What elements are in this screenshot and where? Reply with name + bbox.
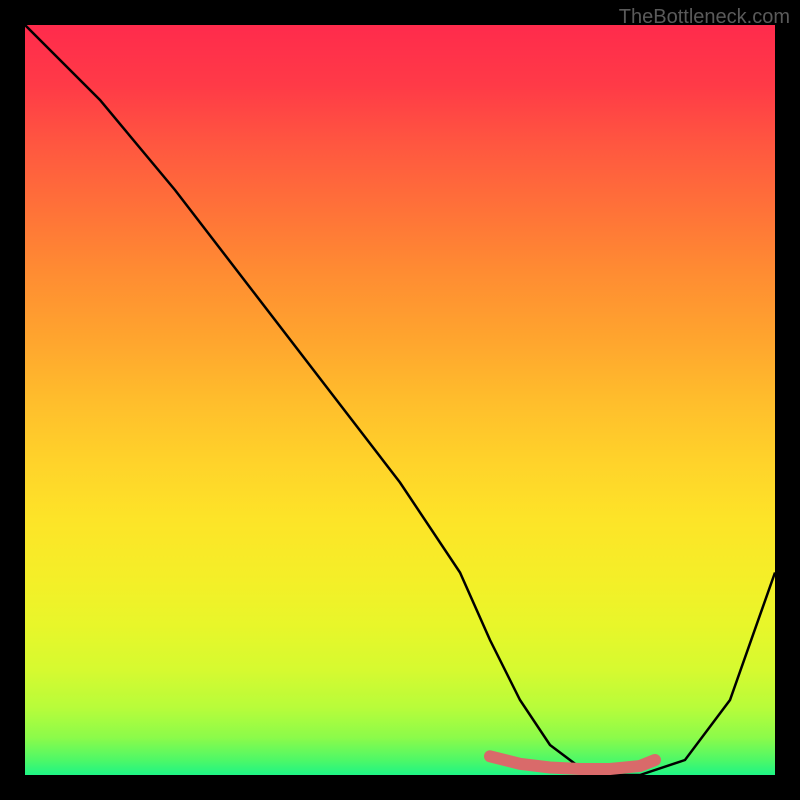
bottleneck-curve-path bbox=[25, 25, 775, 775]
optimal-range-highlight bbox=[490, 756, 655, 769]
watermark-text: TheBottleneck.com bbox=[619, 6, 790, 29]
bottleneck-chart bbox=[25, 25, 775, 775]
chart-gradient-background bbox=[25, 25, 775, 775]
